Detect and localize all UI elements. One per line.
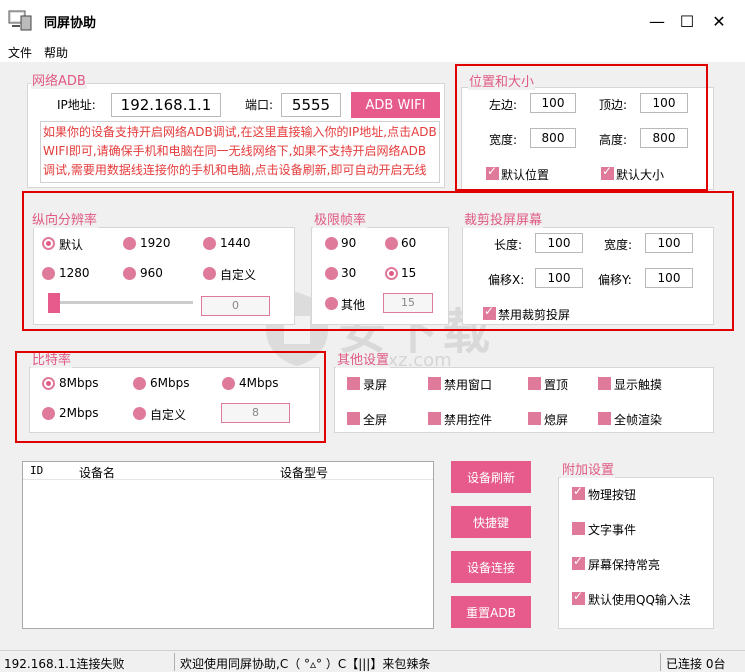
always-on-top-checkbox[interactable] [528, 377, 541, 390]
fullscreen-label: 全屏 [363, 413, 388, 427]
app-icon [8, 9, 32, 31]
highlight-box-position [455, 64, 708, 191]
connect-device-button[interactable]: 设备连接 [451, 551, 531, 583]
physical-buttons-label: 物理按钮 [588, 488, 637, 502]
keep-screen-on-label: 屏幕保持常亮 [588, 558, 661, 572]
keep-screen-on-checkbox[interactable] [572, 554, 585, 570]
status-separator [174, 653, 175, 671]
port-input[interactable]: 5555 [281, 93, 341, 117]
menu-help[interactable]: 帮助 [44, 44, 68, 61]
close-button[interactable]: ✕ [705, 8, 733, 34]
status-welcome: 欢迎使用同屏协助,C（ °▵° ）C【|||】来包辣条 [180, 657, 431, 671]
record-label: 录屏 [363, 378, 388, 392]
ip-label: IP地址: [57, 98, 96, 112]
status-separator [660, 653, 661, 671]
disable-control-label: 禁用控件 [444, 413, 493, 427]
ip-input[interactable]: 192.168.1.1 [111, 93, 221, 117]
shortcut-button[interactable]: 快捷键 [451, 506, 531, 538]
menu-file[interactable]: 文件 [8, 44, 32, 61]
record-checkbox[interactable] [347, 377, 360, 390]
always-on-top-label: 置顶 [544, 378, 569, 392]
title-bar: 同屏协助 — ☐ ✕ [0, 0, 745, 42]
extra-settings-group-label: 附加设置 [561, 463, 616, 478]
disable-window-checkbox[interactable] [428, 377, 441, 390]
column-device-model[interactable]: 设备型号 [280, 464, 328, 481]
screen-off-checkbox[interactable] [528, 412, 541, 425]
refresh-devices-button[interactable]: 设备刷新 [451, 461, 531, 493]
menu-bar: 文件 帮助 [0, 42, 745, 62]
full-frame-render-checkbox[interactable] [598, 412, 611, 425]
disable-control-checkbox[interactable] [428, 412, 441, 425]
show-touch-label: 显示触摸 [614, 378, 663, 392]
adb-group-label: 网络ADB [31, 74, 87, 89]
physical-buttons-checkbox[interactable] [572, 484, 585, 500]
reset-adb-button[interactable]: 重置ADB [451, 596, 531, 628]
status-bar: 192.168.1.1连接失败 欢迎使用同屏协助,C（ °▵° ）C【|||】来… [0, 650, 745, 672]
port-label: 端口: [245, 98, 274, 112]
column-device-name[interactable]: 设备名 [79, 464, 115, 481]
highlight-box-resolution [22, 191, 734, 331]
maximize-button[interactable]: ☐ [673, 8, 701, 34]
text-event-checkbox[interactable] [572, 522, 585, 535]
device-list[interactable]: ID 设备名 设备型号 [22, 461, 434, 629]
column-id[interactable]: ID [30, 464, 43, 477]
status-connected-count: 已连接 0台 [666, 657, 726, 671]
show-touch-checkbox[interactable] [598, 377, 611, 390]
disable-window-label: 禁用窗口 [444, 378, 493, 392]
adb-hint-text: 如果你的设备支持开启网络ADB调试,在这里直接输入你的IP地址,点击ADB WI… [40, 121, 440, 183]
screen-off-label: 熄屏 [544, 413, 569, 427]
adb-wifi-button[interactable]: ADB WIFI [351, 92, 440, 118]
full-frame-render-label: 全帧渲染 [614, 413, 663, 427]
status-connection: 192.168.1.1连接失败 [4, 657, 125, 671]
highlight-box-bitrate [15, 351, 326, 443]
qq-input-method-checkbox[interactable] [572, 589, 585, 605]
fullscreen-checkbox[interactable] [347, 412, 360, 425]
minimize-button[interactable]: — [643, 8, 671, 34]
text-event-label: 文字事件 [588, 523, 637, 537]
other-settings-group-label: 其他设置 [336, 353, 391, 368]
window-title: 同屏协助 [44, 16, 97, 31]
qq-input-method-label: 默认使用QQ输入法 [588, 593, 691, 607]
